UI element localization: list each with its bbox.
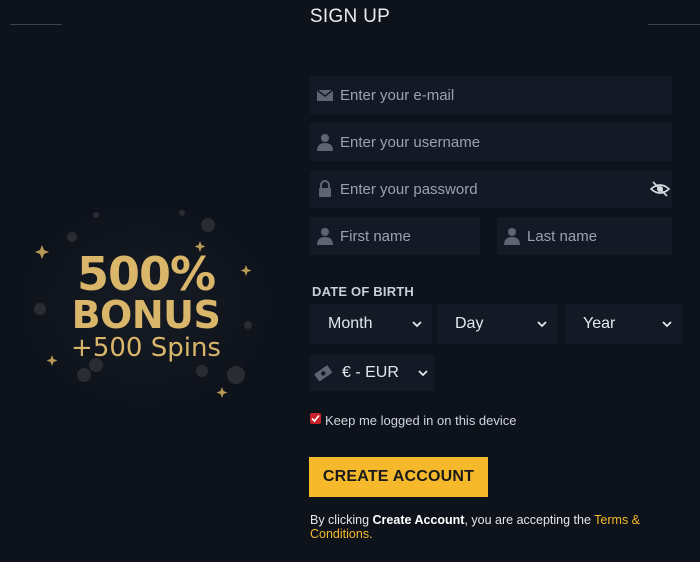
last-name-field-wrapper — [497, 217, 672, 255]
envelope-icon — [316, 89, 334, 101]
dob-day-value: Day — [455, 315, 484, 332]
password-field-wrapper — [310, 170, 672, 208]
header-divider-right — [648, 24, 700, 25]
email-field-wrapper — [310, 76, 672, 114]
keep-logged-in-label[interactable]: Keep me logged in on this device — [325, 413, 517, 428]
dob-year-value: Year — [583, 315, 616, 332]
dob-label: DATE OF BIRTH — [312, 284, 415, 299]
dob-day-select[interactable]: Day — [437, 304, 557, 344]
money-icon — [314, 365, 332, 382]
username-field-wrapper — [310, 123, 672, 161]
eye-slash-icon[interactable] — [650, 180, 670, 198]
chevron-down-icon — [418, 370, 428, 377]
password-input[interactable] — [340, 170, 630, 208]
keep-logged-in-checkbox[interactable] — [310, 413, 321, 424]
dob-month-value: Month — [328, 315, 373, 332]
lock-icon — [319, 180, 331, 197]
email-input[interactable] — [340, 76, 660, 114]
first-name-field-wrapper — [310, 217, 480, 255]
terms-middle: , you are accepting the — [464, 513, 595, 527]
username-input[interactable] — [340, 123, 660, 161]
checkmark-icon — [311, 414, 320, 423]
last-name-input[interactable] — [527, 217, 665, 255]
page-title: SIGN UP — [309, 6, 391, 27]
first-name-input[interactable] — [340, 217, 474, 255]
chevron-down-icon — [412, 321, 422, 328]
terms-notice: By clicking Create Account, you are acce… — [310, 513, 680, 541]
terms-prefix: By clicking — [310, 513, 373, 527]
dob-month-select[interactable]: Month — [310, 304, 432, 344]
chevron-down-icon — [662, 321, 672, 328]
chevron-down-icon — [537, 321, 547, 328]
promo-spins-text: +500 Spins — [71, 333, 221, 363]
terms-bold: Create Account — [372, 513, 465, 527]
user-icon — [317, 134, 333, 151]
user-icon — [504, 228, 520, 245]
bonus-promo-banner: 500% BONUS +500 Spins — [22, 205, 270, 405]
currency-value: € - EUR — [342, 364, 399, 381]
create-account-button[interactable]: CREATE ACCOUNT — [309, 457, 488, 497]
currency-select[interactable]: € - EUR — [310, 355, 434, 391]
user-icon — [317, 228, 333, 245]
promo-bonus-text: BONUS — [71, 293, 221, 337]
dob-year-select[interactable]: Year — [565, 304, 682, 344]
